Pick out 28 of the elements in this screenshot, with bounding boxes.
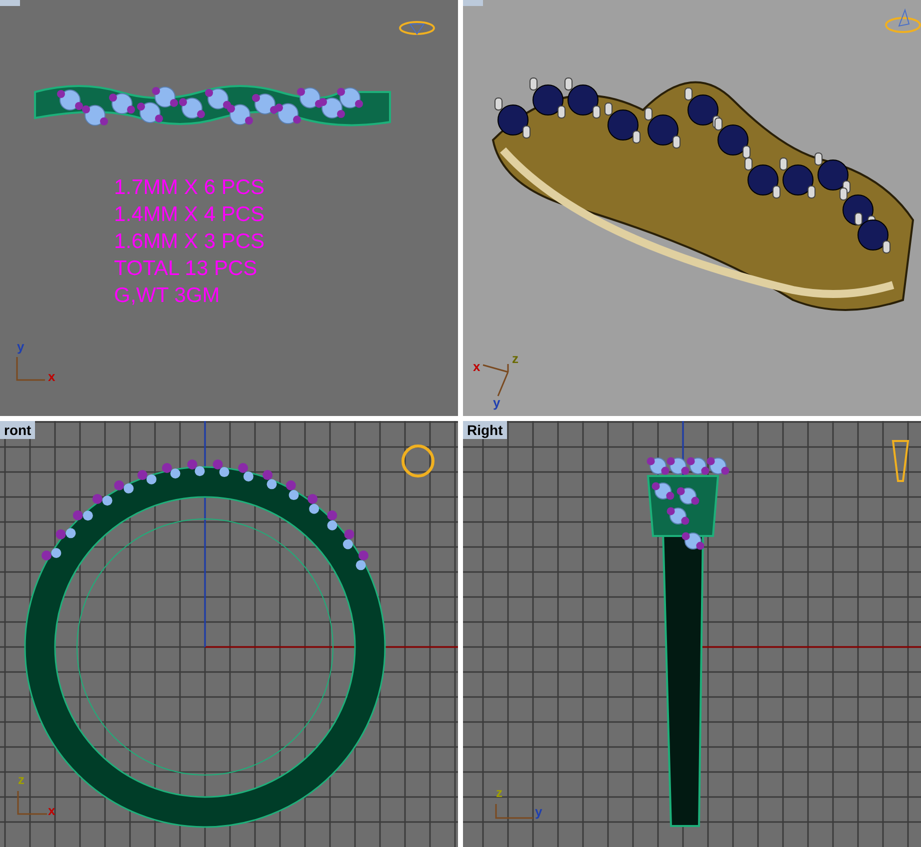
annotation-text: 1.7MM X 6 PCS [114,175,265,201]
ring-widget-icon [399,21,435,35]
axis-icon [17,791,47,815]
axis-label: z [496,786,502,799]
annotation-text: TOTAL 13 PCS [114,256,258,282]
axis-icon [495,804,533,819]
axis-label: x [48,370,56,383]
axis-label: x [473,360,480,373]
annotation-text: 1.4MM X 4 PCS [114,202,265,228]
viewport[interactable]: ront z x [0,421,458,847]
axis-label: y [17,340,24,353]
ring-widget-icon [885,8,921,33]
annotation-text: G,WT 3GM [114,283,221,309]
axis-icon [482,363,509,397]
viewport-label[interactable]: ront [0,421,36,439]
viewport-label-tab[interactable] [0,0,20,6]
viewport-label[interactable]: Right [463,421,507,439]
axis-label: y [493,396,500,409]
viewport-label-tab[interactable] [463,0,483,6]
axis-label: x [48,804,56,817]
axis-icon [16,357,45,381]
axis-label: z [18,773,24,786]
ring-widget-icon [892,440,910,482]
viewport[interactable]: Right z y [463,421,921,847]
ring-widget-icon [402,444,434,478]
annotation-text: 1.6MM X 3 PCS [114,229,265,255]
axis-label: z [512,352,518,365]
axis-label: y [535,805,542,818]
